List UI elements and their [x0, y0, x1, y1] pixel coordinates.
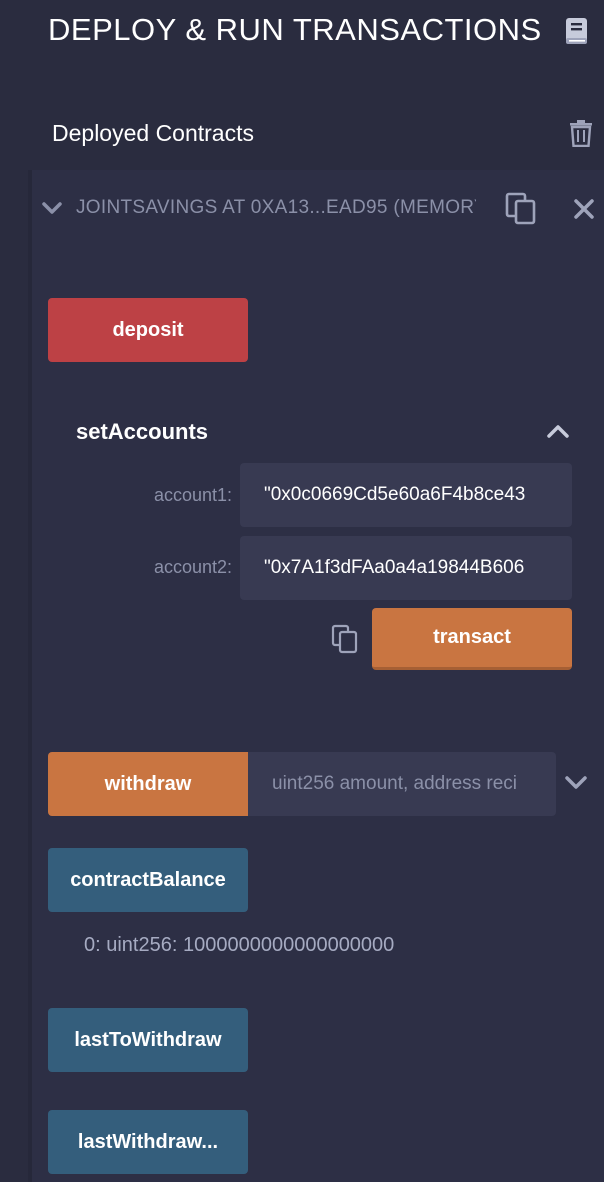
chevron-down-icon[interactable]	[40, 196, 64, 220]
chevron-down-icon[interactable]	[563, 770, 589, 794]
contract-balance-button[interactable]: contractBalance	[48, 848, 248, 912]
last-withdraw-button[interactable]: lastWithdraw...	[48, 1110, 248, 1174]
deposit-button[interactable]: deposit	[48, 298, 248, 362]
close-icon[interactable]	[573, 198, 595, 220]
instance-divider	[28, 170, 32, 1182]
contract-instance-title[interactable]: JOINTSAVINGS AT 0XA13...EAD95 (MEMORY)	[76, 197, 476, 219]
account2-input[interactable]: "0x7A1f3dFAa0a4a19844B606	[240, 536, 572, 600]
transact-button[interactable]: transact	[372, 608, 572, 670]
chevron-up-icon[interactable]	[545, 420, 571, 442]
account1-input[interactable]: "0x0c0669Cd5e60a6F4b8ce43	[240, 463, 572, 527]
last-to-withdraw-button[interactable]: lastToWithdraw	[48, 1008, 248, 1072]
account2-label: account2:	[153, 557, 232, 577]
copy-icon[interactable]	[505, 192, 537, 226]
copy-icon[interactable]	[331, 624, 359, 654]
page-title: DEPLOY & RUN TRANSACTIONS	[48, 12, 542, 47]
trash-icon[interactable]	[569, 120, 593, 147]
deployed-contracts-row: Deployed Contracts	[0, 108, 604, 160]
set-accounts-title: setAccounts	[76, 419, 209, 444]
book-icon[interactable]	[564, 17, 590, 45]
withdraw-args-input[interactable]: uint256 amount, address reci	[248, 752, 556, 816]
deploy-run-panel: DEPLOY & RUN TRANSACTIONS Deployed Contr…	[0, 0, 604, 1182]
deployed-contracts-title: Deployed Contracts	[52, 120, 254, 146]
contract-balance-output: 0: uint256: 1000000000000000000	[84, 934, 395, 956]
panel-header: DEPLOY & RUN TRANSACTIONS	[0, 0, 604, 70]
account1-label: account1:	[153, 485, 232, 505]
withdraw-button[interactable]: withdraw	[48, 752, 248, 816]
